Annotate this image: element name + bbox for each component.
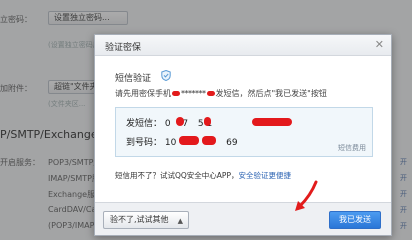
help-prefix: 短信用不了？试试QQ安全中心APP，	[115, 171, 239, 180]
masked-phone: *******	[181, 89, 206, 98]
sms-info-box: 发短信： 0 7 5 1 到号码： 10 69 短信费用	[115, 107, 373, 157]
redaction-mark	[202, 136, 216, 145]
sms-verify-title: 短信验证	[115, 74, 152, 84]
caret-up-icon: ▲	[177, 217, 183, 225]
sms-content-label: 发短信：	[126, 119, 163, 129]
redaction-mark	[172, 91, 180, 96]
i-have-sent-button[interactable]: 我已发送	[329, 211, 381, 229]
try-other-method-label: 验不了,试试其他	[110, 215, 169, 224]
sms-fee-note: 短信费用	[338, 144, 366, 152]
sms-instruction: 请先用密保手机 ******* 发短信，然后点"我已发送"按钮	[115, 88, 327, 99]
dialog-header: 验证密保 ✕	[95, 35, 391, 56]
instruction-prefix: 请先用密保手机	[115, 89, 171, 98]
verify-dialog: 验证密保 ✕ 短信验证 请先用密保手机 ******* 发短信，然后点"我已发送"按…	[94, 34, 392, 236]
redaction-mark	[252, 118, 292, 126]
redaction-mark	[176, 117, 184, 126]
sms-to-label: 到号码：	[126, 138, 163, 148]
sms-content-line: 发短信： 0 7 5 1	[126, 116, 212, 129]
help-text: 短信用不了？试试QQ安全中心APP，安全验证更便捷	[115, 170, 291, 181]
try-other-method-button[interactable]: 验不了,试试其他 ▲	[103, 211, 189, 229]
sms-to-value-start: 10	[164, 138, 177, 148]
redaction-mark	[179, 136, 199, 145]
dialog-title: 验证密保	[105, 43, 142, 53]
redaction-mark	[204, 117, 211, 126]
instruction-suffix: 发短信，然后点"我已发送"按钮	[215, 89, 327, 98]
shield-icon	[161, 70, 171, 81]
sms-content-value-start: 0	[164, 119, 171, 129]
close-icon[interactable]: ✕	[375, 38, 384, 51]
dialog-footer: 验不了,试试其他 ▲ 我已发送	[95, 202, 391, 235]
qq-security-app-link[interactable]: 安全验证更便捷	[238, 171, 291, 180]
annotation-arrow-icon	[295, 180, 318, 211]
redaction-mark	[206, 91, 215, 96]
sms-to-value-end: 69	[226, 138, 238, 148]
